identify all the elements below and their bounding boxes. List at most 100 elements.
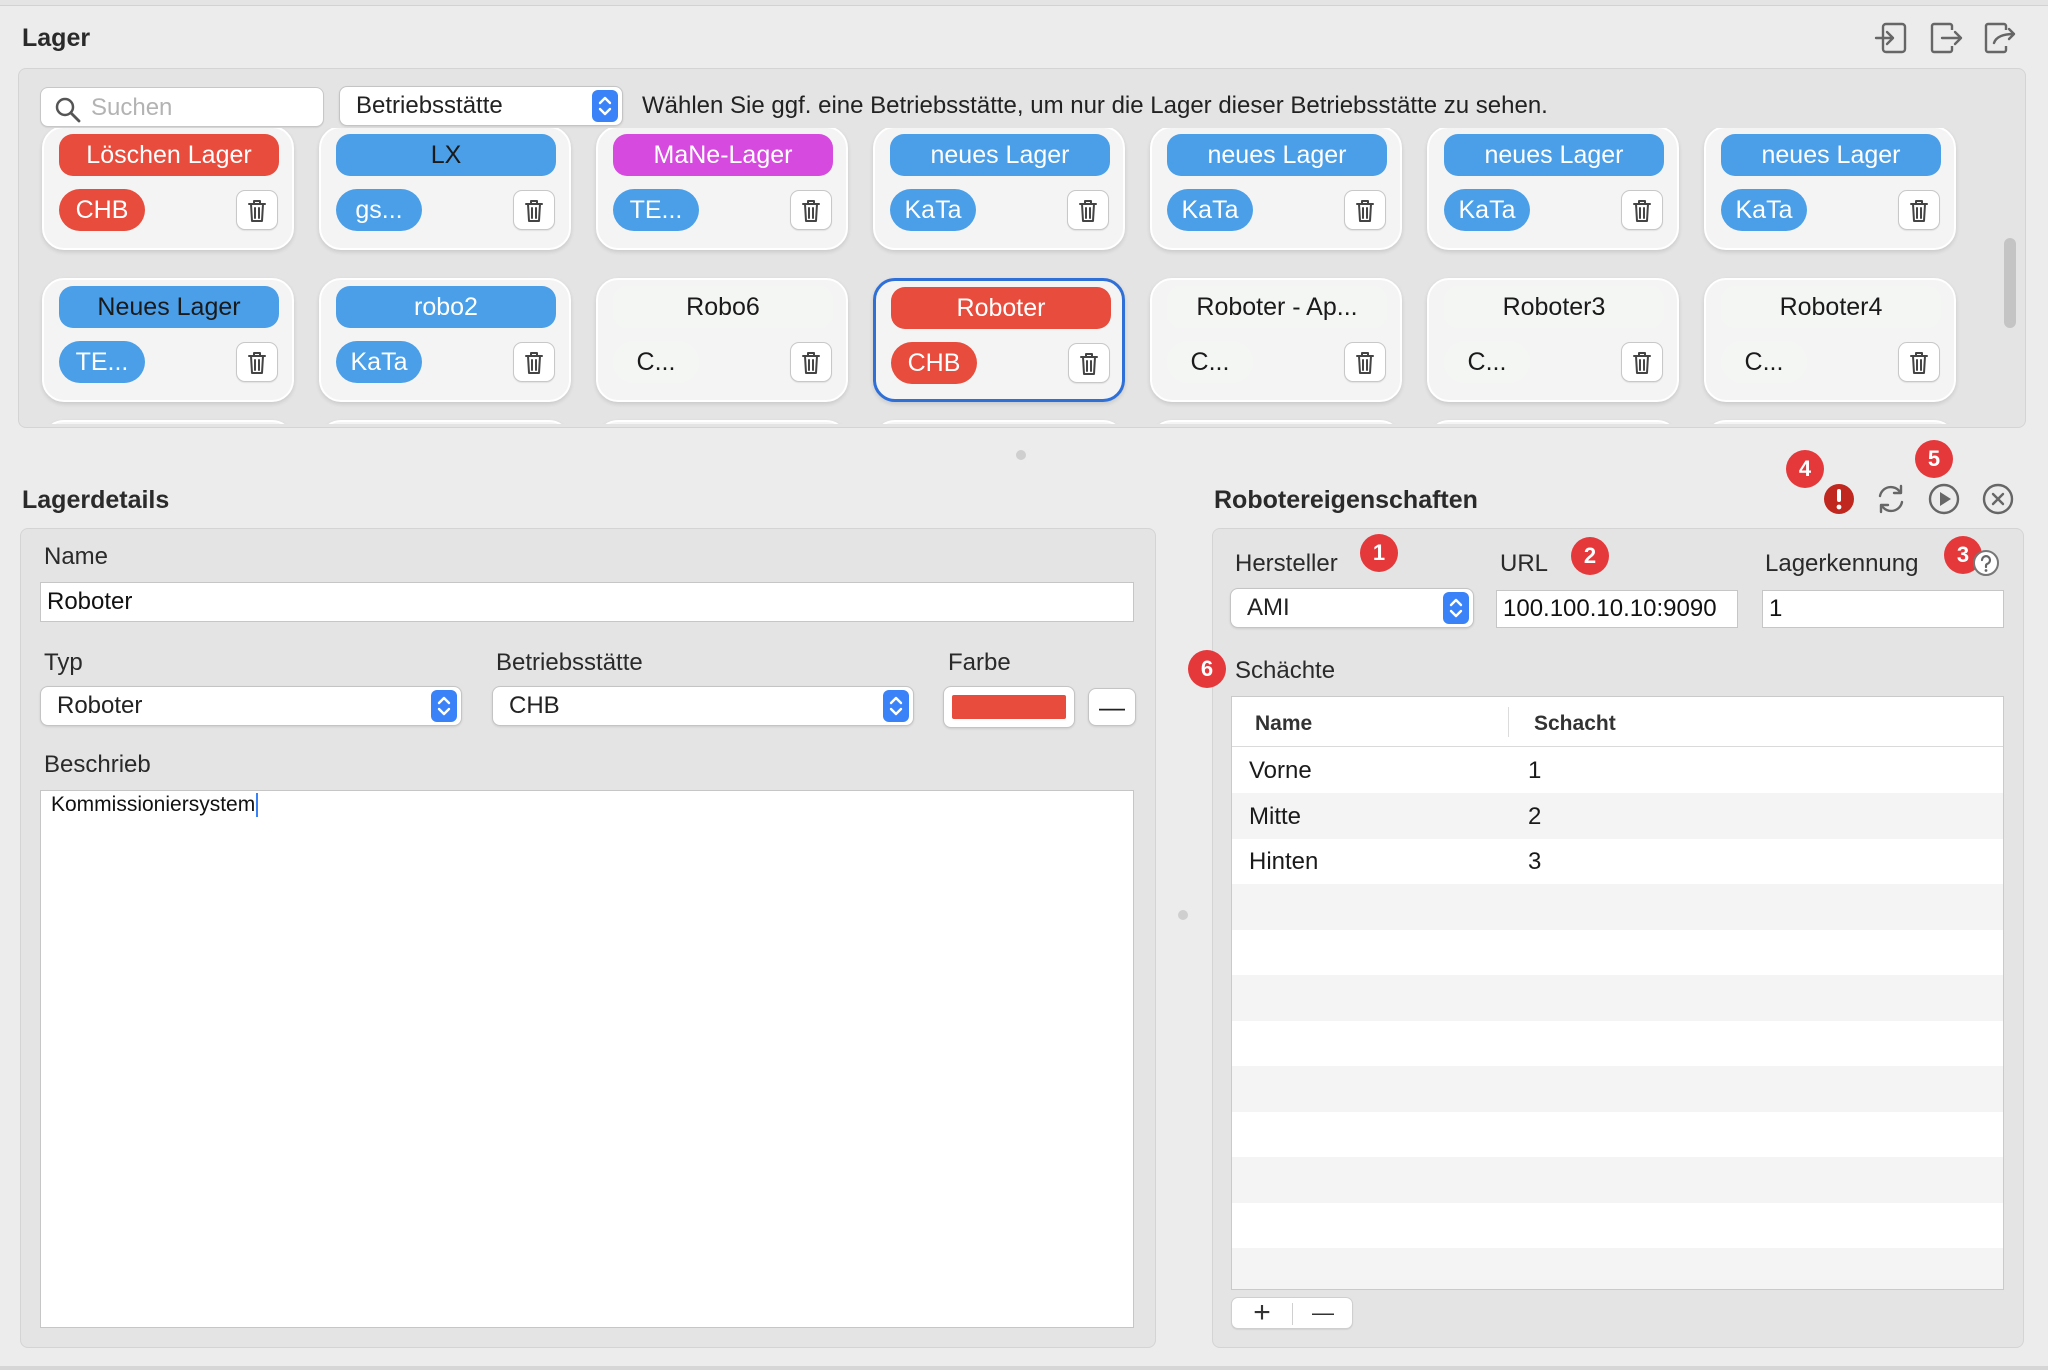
url-field[interactable]: 100.100.10.10:9090 <box>1496 590 1738 628</box>
lager-card-partial[interactable] <box>596 420 848 424</box>
lager-card[interactable]: LX gs... <box>319 128 571 250</box>
betriebsstaette-tag: C... <box>1721 341 1807 383</box>
name-field[interactable]: Roboter <box>40 582 1134 622</box>
trash-icon <box>1356 200 1374 222</box>
play-icon[interactable] <box>1926 481 1962 517</box>
farbe-label: Farbe <box>948 649 1011 676</box>
delete-lager-button[interactable] <box>790 342 832 382</box>
lager-card[interactable]: Robo6 C... <box>596 278 848 402</box>
table-row[interactable]: Vorne 1 <box>1232 747 2003 793</box>
window-bottom-edge <box>0 1366 2048 1370</box>
table-row[interactable]: Mitte 2 <box>1232 792 2003 839</box>
lager-name-pill: Löschen Lager <box>59 134 279 176</box>
lager-name-pill: neues Lager <box>1167 134 1387 176</box>
delete-lager-button[interactable] <box>1344 342 1386 382</box>
lager-card[interactable]: Roboter CHB <box>873 278 1125 402</box>
search-input[interactable] <box>91 94 311 122</box>
trash-icon <box>802 200 820 222</box>
delete-lager-button[interactable] <box>513 190 555 230</box>
lagerdetails-title: Lagerdetails <box>22 486 170 514</box>
lager-card-partial[interactable] <box>1704 420 1956 424</box>
remove-color-button[interactable]: — <box>1088 688 1136 726</box>
lager-card[interactable]: neues Lager KaTa <box>1150 128 1402 250</box>
lager-card-partial[interactable] <box>1427 420 1679 424</box>
export-icon[interactable] <box>1982 21 2018 55</box>
trash-icon <box>1080 353 1098 375</box>
help-icon[interactable] <box>1972 549 2000 577</box>
lager-card[interactable]: neues Lager KaTa <box>1427 128 1679 250</box>
search-field[interactable] <box>40 87 324 127</box>
lager-card[interactable]: MaNe-Lager TE... <box>596 128 848 250</box>
column-header-name[interactable]: Name <box>1255 712 1312 736</box>
delete-lager-button[interactable] <box>1068 343 1110 383</box>
betriebsstaette-tag: KaTa <box>1167 189 1253 231</box>
lager-card[interactable]: neues Lager KaTa <box>873 128 1125 250</box>
betriebsstaette-tag: C... <box>613 341 699 383</box>
beschrieb-text: Kommissioniersystem <box>51 793 259 817</box>
lager-card[interactable]: Roboter4 C... <box>1704 278 1956 402</box>
lager-card[interactable]: Roboter - Ap... C... <box>1150 278 1402 402</box>
hersteller-popup[interactable]: AMI <box>1230 588 1474 628</box>
lager-card[interactable]: Roboter3 C... <box>1427 278 1679 402</box>
lager-name-pill: Roboter <box>891 287 1111 329</box>
delete-lager-button[interactable] <box>236 342 278 382</box>
delete-lager-button[interactable] <box>1621 342 1663 382</box>
trash-icon <box>525 352 543 374</box>
empty-table-row <box>1232 1111 2003 1157</box>
error-icon[interactable] <box>1821 481 1857 517</box>
delete-lager-button[interactable] <box>236 190 278 230</box>
betriebsstaette-filter-popup[interactable]: Betriebsstätte <box>339 86 623 126</box>
betriebsstaette-popup[interactable]: CHB <box>492 686 914 726</box>
delete-lager-button[interactable] <box>790 190 832 230</box>
add-row-button[interactable]: + <box>1232 1298 1292 1328</box>
delete-lager-button[interactable] <box>1898 190 1940 230</box>
betriebsstaette-label: Betriebsstätte <box>496 649 643 676</box>
sign-out-icon[interactable] <box>1928 21 1964 55</box>
close-icon[interactable] <box>1980 481 2016 517</box>
remove-row-button[interactable]: — <box>1293 1298 1353 1328</box>
typ-label: Typ <box>44 649 83 676</box>
lager-card[interactable]: Löschen Lager CHB <box>42 128 294 250</box>
add-remove-control: + — <box>1231 1297 1353 1329</box>
trash-icon <box>1910 200 1928 222</box>
card-grid-scrollbar[interactable] <box>2004 238 2016 328</box>
cell-schacht: 3 <box>1528 848 1542 875</box>
trash-icon <box>1633 352 1651 374</box>
empty-table-row <box>1232 974 2003 1021</box>
lager-card-partial[interactable] <box>42 420 294 424</box>
refresh-icon[interactable] <box>1873 481 1909 517</box>
delete-lager-button[interactable] <box>1067 190 1109 230</box>
lager-card-partial[interactable] <box>319 420 571 424</box>
lager-card[interactable]: Neues Lager TE... <box>42 278 294 402</box>
betriebsstaette-tag: gs... <box>336 189 422 231</box>
beschrieb-textarea[interactable]: Kommissioniersystem <box>40 790 1134 1328</box>
url-label: URL <box>1500 550 1549 577</box>
lagerkennung-field[interactable]: 1 <box>1762 590 2004 628</box>
sign-in-icon[interactable] <box>1874 21 1910 55</box>
lager-card-partial[interactable] <box>873 420 1125 424</box>
split-handle-horizontal[interactable] <box>1016 450 1026 460</box>
table-row[interactable]: Hinten 3 <box>1232 838 2003 884</box>
lager-card-partial[interactable] <box>1150 420 1402 424</box>
delete-lager-button[interactable] <box>1344 190 1386 230</box>
delete-lager-button[interactable] <box>1621 190 1663 230</box>
callout-badge-4: 4 <box>1786 450 1824 488</box>
callout-badge-6: 6 <box>1188 650 1226 688</box>
betriebsstaette-tag: TE... <box>59 341 145 383</box>
lager-card[interactable]: robo2 KaTa <box>319 278 571 402</box>
farbe-color-well[interactable] <box>943 686 1075 728</box>
typ-popup[interactable]: Roboter <box>40 686 462 726</box>
trash-icon <box>1633 200 1651 222</box>
lager-card[interactable]: neues Lager KaTa <box>1704 128 1956 250</box>
column-header-schacht[interactable]: Schacht <box>1534 712 1616 736</box>
trash-icon <box>248 200 266 222</box>
lager-name-pill: Neues Lager <box>59 286 279 328</box>
search-icon <box>55 97 81 123</box>
lager-name-pill: Roboter3 <box>1444 286 1664 328</box>
trash-icon <box>802 352 820 374</box>
delete-lager-button[interactable] <box>1898 342 1940 382</box>
column-divider <box>1508 707 1509 737</box>
chevron-updown-icon <box>431 690 457 722</box>
split-handle-vertical[interactable] <box>1178 910 1188 920</box>
delete-lager-button[interactable] <box>513 342 555 382</box>
